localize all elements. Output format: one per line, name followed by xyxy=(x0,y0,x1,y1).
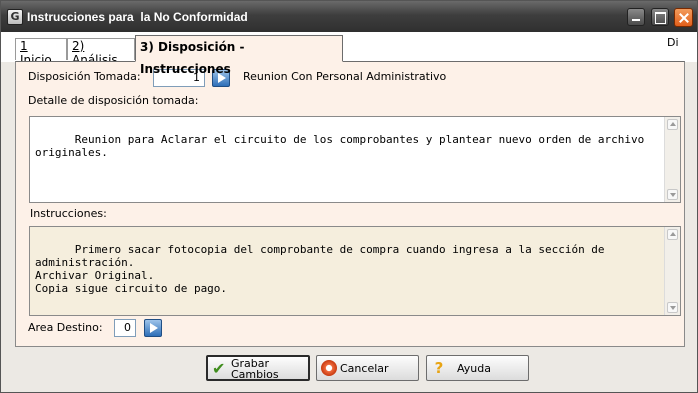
scroll-up-icon[interactable] xyxy=(667,229,678,240)
check-icon: ✔ xyxy=(212,359,226,378)
scroll-down-icon[interactable] xyxy=(667,189,678,200)
title-bar[interactable]: G Instrucciones para la No Conformidad xyxy=(1,1,697,32)
instrucciones-scrollbar[interactable] xyxy=(664,227,680,315)
cancel-button-label: Cancelar xyxy=(340,361,389,375)
tab-disposicion-label: Disposición - Instrucciones xyxy=(140,40,245,76)
instrucciones-text: Primero sacar fotocopia del comprobante … xyxy=(35,243,605,295)
close-button[interactable] xyxy=(674,8,693,27)
cancel-icon xyxy=(321,360,337,376)
instrucciones-textarea[interactable]: Primero sacar fotocopia del comprobante … xyxy=(29,226,681,316)
area-destino-lookup-button[interactable] xyxy=(144,319,162,337)
tab-strip: 1 Inicio 2) Análisis 3) Disposición - In… xyxy=(1,32,697,76)
save-button-label: Grabar Cambios xyxy=(231,357,279,381)
help-button[interactable]: ? Ayuda xyxy=(426,355,529,381)
cancel-button[interactable]: Cancelar xyxy=(316,355,419,381)
help-button-label: Ayuda xyxy=(457,361,491,375)
save-button[interactable]: ✔ Grabar Cambios xyxy=(206,355,310,381)
scroll-down-icon[interactable] xyxy=(667,302,678,313)
disposicion-panel: Disposición Tomada: 1 Reunion Con Person… xyxy=(15,61,685,347)
app-icon: G xyxy=(7,9,23,25)
detalle-label: Detalle de disposición tomada: xyxy=(28,94,199,107)
area-destino-label: Area Destino: xyxy=(28,321,103,334)
button-bar: ✔ Grabar Cambios Cancelar ? Ayuda xyxy=(1,349,697,392)
top-right-label: Di xyxy=(667,36,679,49)
detalle-scrollbar[interactable] xyxy=(664,117,680,202)
tab-analisis[interactable]: 2) Análisis xyxy=(67,38,135,67)
instrucciones-label: Instrucciones: xyxy=(30,207,107,220)
disposicion-label: Disposición Tomada: xyxy=(28,70,141,83)
maximize-button[interactable] xyxy=(651,8,669,26)
detalle-text: Reunion para Aclarar el circuito de los … xyxy=(35,133,651,159)
tab-disposicion-number: 3) xyxy=(140,40,154,54)
window-title: Instrucciones para la No Conformidad xyxy=(27,10,248,24)
question-icon: ? xyxy=(434,359,444,377)
tab-analisis-number: 2) xyxy=(72,39,85,53)
scroll-up-icon[interactable] xyxy=(667,119,678,130)
area-destino-input[interactable]: 0 xyxy=(114,319,136,337)
tab-disposicion[interactable]: 3) Disposición - Instrucciones xyxy=(135,35,343,76)
dialog-window: G Instrucciones para la No Conformidad 1… xyxy=(0,0,698,393)
tab-inicio-number: 1 xyxy=(20,39,28,53)
detalle-textarea[interactable]: Reunion para Aclarar el circuito de los … xyxy=(29,116,681,203)
tab-inicio[interactable]: 1 Inicio xyxy=(15,38,67,67)
minimize-button[interactable] xyxy=(627,8,645,26)
disposicion-description: Reunion Con Personal Administrativo xyxy=(243,70,447,83)
